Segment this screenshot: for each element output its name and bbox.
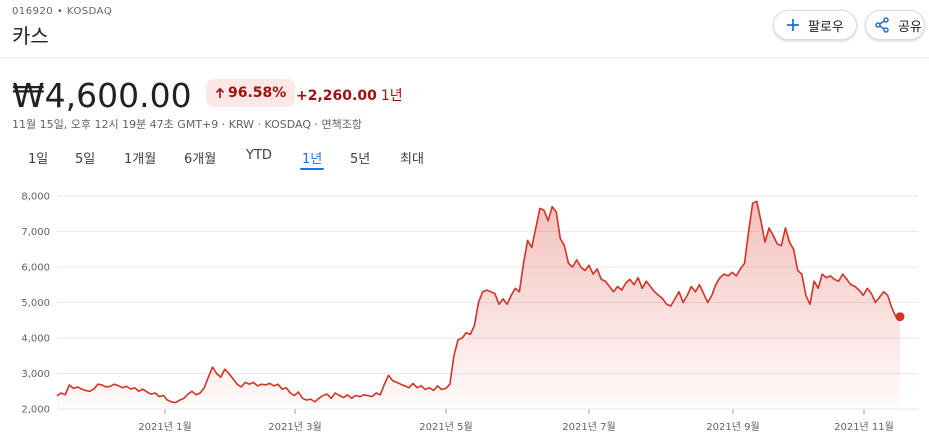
x-tick-label: 2021년 5월 (419, 421, 472, 433)
x-tick-label: 2021년 11월 (834, 421, 894, 433)
x-tick-label: 2021년 9월 (706, 421, 759, 433)
tab-6m[interactable]: 6개월 (184, 148, 216, 167)
price-chart[interactable]: 8,000 7,000 6,000 5,000 4,000 3,000 2,000 2021… (0, 180, 929, 443)
x-tick-label: 2021년 3월 (268, 421, 321, 433)
tab-1d[interactable]: 1일 (28, 148, 48, 167)
follow-button[interactable]: 팔로우 (773, 10, 857, 40)
y-tick-label: 3,000 (21, 369, 50, 380)
company-name: 카스 (12, 24, 49, 48)
tab-5y[interactable]: 5년 (350, 148, 370, 167)
follow-label: 팔로우 (808, 19, 844, 35)
tab-5d[interactable]: 5일 (75, 148, 95, 167)
y-tick-label: 6,000 (21, 263, 50, 274)
y-tick-label: 2,000 (21, 405, 50, 416)
tab-max[interactable]: 최대 (400, 148, 424, 167)
change-percent-badge: 96.58% (206, 79, 296, 107)
y-tick-label: 5,000 (21, 298, 50, 309)
arrow-up-icon (215, 87, 225, 99)
ticker-label: 016920 • KOSDAQ (12, 6, 113, 17)
last-price-point (895, 312, 905, 322)
current-price: ₩4,600.00 (12, 76, 192, 115)
share-button[interactable]: 공유 (865, 10, 925, 40)
tab-ytd[interactable]: YTD (246, 148, 272, 163)
change-value-group: +2,260.00 1년 (296, 85, 403, 105)
y-tick-label: 4,000 (21, 334, 50, 345)
tab-1y[interactable]: 1년 (299, 148, 325, 170)
tab-1m[interactable]: 1개월 (124, 148, 156, 167)
plus-icon (786, 18, 800, 32)
share-icon (874, 17, 890, 33)
y-tick-label: 8,000 (21, 192, 50, 203)
share-label: 공유 (898, 19, 922, 35)
change-value: +2,260.00 (296, 88, 377, 104)
change-period: 1년 (380, 88, 403, 104)
quote-meta: 11월 15일, 오후 12시 19분 47초 GMT+9 · KRW · KO… (12, 118, 363, 131)
header-divider (0, 57, 929, 58)
change-percent: 96.58% (228, 85, 287, 101)
x-tick-label: 2021년 1월 (138, 421, 191, 433)
y-tick-label: 7,000 (21, 227, 50, 238)
x-tick-label: 2021년 7월 (562, 421, 615, 433)
